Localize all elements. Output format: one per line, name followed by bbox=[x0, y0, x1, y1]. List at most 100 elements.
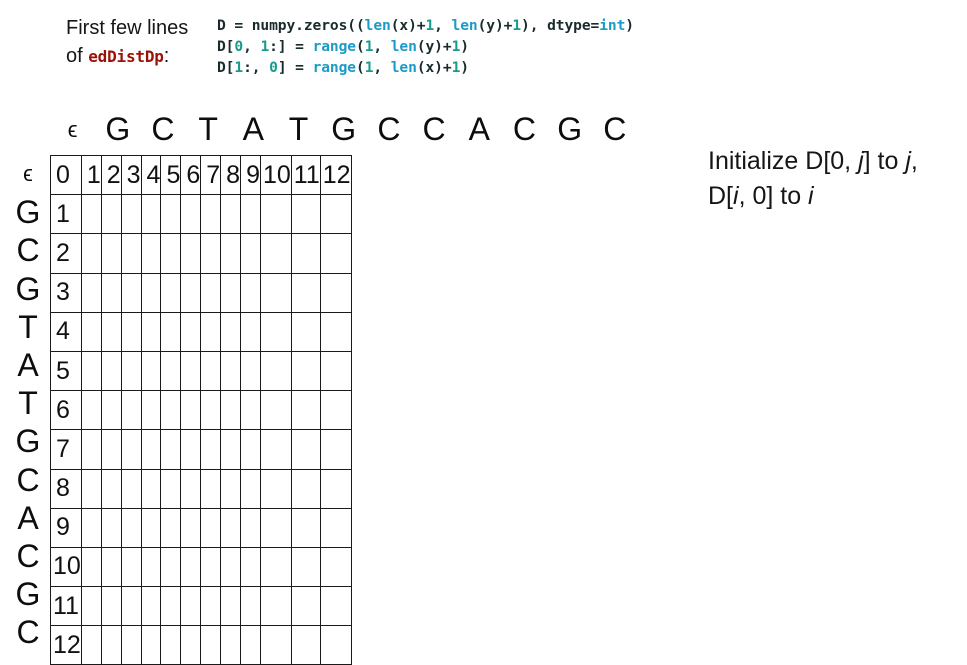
matrix-cell-4-6[interactable] bbox=[180, 311, 202, 352]
matrix-cell-9-7[interactable] bbox=[200, 507, 222, 548]
matrix-cell-8-8[interactable] bbox=[220, 468, 242, 509]
matrix-cell-1-10[interactable] bbox=[259, 194, 292, 235]
matrix-cell-0-6[interactable]: 6 bbox=[180, 154, 202, 196]
matrix-cell-12-0[interactable]: 12 bbox=[50, 625, 82, 665]
matrix-cell-12-10[interactable] bbox=[259, 625, 292, 665]
matrix-cell-12-3[interactable] bbox=[120, 625, 142, 665]
matrix-cell-8-3[interactable] bbox=[120, 468, 142, 509]
matrix-cell-12-12[interactable] bbox=[319, 625, 352, 665]
matrix-cell-0-8[interactable]: 8 bbox=[220, 154, 242, 196]
matrix-cell-7-10[interactable] bbox=[259, 429, 292, 470]
matrix-cell-9-1[interactable] bbox=[80, 507, 102, 548]
matrix-cell-2-4[interactable] bbox=[140, 233, 162, 274]
matrix-cell-7-2[interactable] bbox=[100, 429, 122, 470]
matrix-cell-12-2[interactable] bbox=[100, 625, 122, 665]
matrix-cell-0-7[interactable]: 7 bbox=[200, 154, 222, 196]
matrix-cell-12-6[interactable] bbox=[180, 625, 202, 665]
matrix-cell-10-7[interactable] bbox=[200, 546, 222, 588]
matrix-cell-1-2[interactable] bbox=[100, 194, 122, 235]
matrix-cell-8-12[interactable] bbox=[319, 468, 352, 509]
matrix-cell-10-12[interactable] bbox=[319, 546, 352, 588]
matrix-cell-0-11[interactable]: 11 bbox=[290, 154, 321, 196]
matrix-cell-6-0[interactable]: 6 bbox=[50, 390, 82, 431]
matrix-cell-6-2[interactable] bbox=[100, 390, 122, 431]
matrix-cell-9-5[interactable] bbox=[160, 507, 182, 548]
matrix-cell-12-5[interactable] bbox=[160, 625, 182, 665]
matrix-cell-5-10[interactable] bbox=[259, 350, 292, 392]
matrix-cell-6-11[interactable] bbox=[290, 390, 321, 431]
matrix-cell-4-4[interactable] bbox=[140, 311, 162, 352]
matrix-cell-0-5[interactable]: 5 bbox=[160, 154, 182, 196]
matrix-cell-4-5[interactable] bbox=[160, 311, 182, 352]
matrix-cell-6-8[interactable] bbox=[220, 390, 242, 431]
matrix-cell-7-3[interactable] bbox=[120, 429, 142, 470]
matrix-cell-10-0[interactable]: 10 bbox=[50, 546, 82, 588]
matrix-cell-5-3[interactable] bbox=[120, 350, 142, 392]
matrix-cell-5-12[interactable] bbox=[319, 350, 352, 392]
matrix-cell-11-9[interactable] bbox=[240, 586, 261, 627]
matrix-cell-1-11[interactable] bbox=[290, 194, 321, 235]
matrix-cell-6-10[interactable] bbox=[259, 390, 292, 431]
matrix-cell-3-2[interactable] bbox=[100, 272, 122, 313]
matrix-cell-5-11[interactable] bbox=[290, 350, 321, 392]
matrix-cell-5-6[interactable] bbox=[180, 350, 202, 392]
matrix-cell-6-5[interactable] bbox=[160, 390, 182, 431]
matrix-cell-7-8[interactable] bbox=[220, 429, 242, 470]
matrix-cell-10-9[interactable] bbox=[240, 546, 261, 588]
matrix-cell-3-10[interactable] bbox=[259, 272, 292, 313]
matrix-cell-4-10[interactable] bbox=[259, 311, 292, 352]
matrix-cell-12-8[interactable] bbox=[220, 625, 242, 665]
matrix-cell-9-12[interactable] bbox=[319, 507, 352, 548]
matrix-cell-9-9[interactable] bbox=[240, 507, 261, 548]
matrix-cell-8-6[interactable] bbox=[180, 468, 202, 509]
matrix-cell-2-3[interactable] bbox=[120, 233, 142, 274]
matrix-cell-8-0[interactable]: 8 bbox=[50, 468, 82, 509]
matrix-cell-6-1[interactable] bbox=[80, 390, 102, 431]
matrix-cell-8-4[interactable] bbox=[140, 468, 162, 509]
matrix-cell-8-2[interactable] bbox=[100, 468, 122, 509]
matrix-cell-2-1[interactable] bbox=[80, 233, 102, 274]
matrix-cell-7-0[interactable]: 7 bbox=[50, 429, 82, 470]
matrix-cell-11-3[interactable] bbox=[120, 586, 142, 627]
matrix-cell-9-6[interactable] bbox=[180, 507, 202, 548]
matrix-cell-10-2[interactable] bbox=[100, 546, 122, 588]
matrix-cell-5-4[interactable] bbox=[140, 350, 162, 392]
matrix-cell-0-3[interactable]: 3 bbox=[120, 154, 142, 196]
matrix-cell-11-1[interactable] bbox=[80, 586, 102, 627]
matrix-cell-4-3[interactable] bbox=[120, 311, 142, 352]
matrix-cell-8-1[interactable] bbox=[80, 468, 102, 509]
matrix-cell-11-5[interactable] bbox=[160, 586, 182, 627]
matrix-cell-3-3[interactable] bbox=[120, 272, 142, 313]
matrix-cell-5-9[interactable] bbox=[240, 350, 261, 392]
matrix-cell-11-7[interactable] bbox=[200, 586, 222, 627]
matrix-cell-2-6[interactable] bbox=[180, 233, 202, 274]
matrix-cell-9-2[interactable] bbox=[100, 507, 122, 548]
matrix-cell-5-2[interactable] bbox=[100, 350, 122, 392]
matrix-cell-4-11[interactable] bbox=[290, 311, 321, 352]
matrix-cell-10-4[interactable] bbox=[140, 546, 162, 588]
matrix-cell-6-9[interactable] bbox=[240, 390, 261, 431]
matrix-cell-9-8[interactable] bbox=[220, 507, 242, 548]
matrix-cell-4-12[interactable] bbox=[319, 311, 352, 352]
matrix-cell-8-5[interactable] bbox=[160, 468, 182, 509]
matrix-cell-12-1[interactable] bbox=[80, 625, 102, 665]
matrix-cell-8-11[interactable] bbox=[290, 468, 321, 509]
matrix-cell-7-1[interactable] bbox=[80, 429, 102, 470]
matrix-cell-5-0[interactable]: 5 bbox=[50, 350, 82, 392]
matrix-cell-7-11[interactable] bbox=[290, 429, 321, 470]
matrix-cell-11-11[interactable] bbox=[290, 586, 321, 627]
matrix-cell-1-5[interactable] bbox=[160, 194, 182, 235]
matrix-cell-10-8[interactable] bbox=[220, 546, 242, 588]
matrix-cell-11-8[interactable] bbox=[220, 586, 242, 627]
matrix-cell-10-6[interactable] bbox=[180, 546, 202, 588]
matrix-cell-3-6[interactable] bbox=[180, 272, 202, 313]
matrix-cell-9-0[interactable]: 9 bbox=[50, 507, 82, 548]
matrix-cell-5-8[interactable] bbox=[220, 350, 242, 392]
matrix-cell-6-6[interactable] bbox=[180, 390, 202, 431]
matrix-cell-0-0[interactable]: 0 bbox=[50, 154, 82, 196]
matrix-cell-11-10[interactable] bbox=[259, 586, 292, 627]
matrix-cell-0-2[interactable]: 2 bbox=[100, 154, 122, 196]
matrix-cell-3-0[interactable]: 3 bbox=[50, 272, 82, 313]
matrix-cell-4-7[interactable] bbox=[200, 311, 222, 352]
matrix-cell-3-7[interactable] bbox=[200, 272, 222, 313]
